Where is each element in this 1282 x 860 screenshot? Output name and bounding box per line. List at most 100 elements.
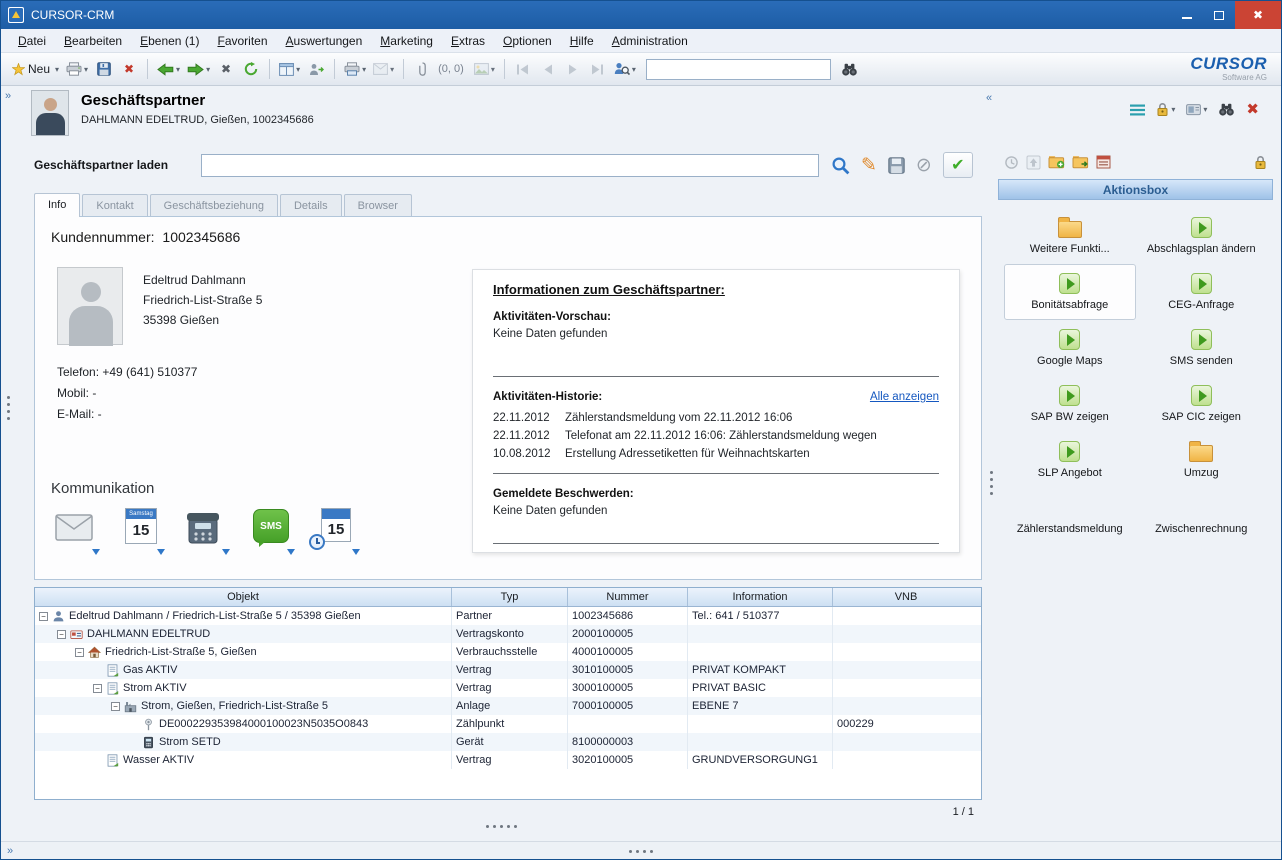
column-header-objekt[interactable]: Objekt [35,588,452,606]
menu-item-administration[interactable]: Administration [603,31,697,51]
appointment-button[interactable]: 15 [315,506,357,548]
nav-prev-button[interactable] [536,57,560,81]
dropdown-icon[interactable]: ▾ [362,65,366,74]
search-button[interactable] [831,156,850,175]
toolbar-search-input[interactable] [646,59,831,80]
vertical-splitter-grip[interactable] [990,471,993,495]
dropdown-icon[interactable]: ▾ [390,65,394,74]
menu-item-datei[interactable]: Datei [9,31,55,51]
cancel-button[interactable]: ✖ [214,57,238,81]
view-options-button[interactable]: ▾ [1186,103,1207,116]
confirm-button[interactable]: ✔ [943,152,973,178]
nav-first-button[interactable] [511,57,535,81]
close-button[interactable]: ✖ [1246,102,1259,117]
collapse-right-panel-icon[interactable]: « [986,92,992,104]
dropdown-icon[interactable] [92,549,100,555]
action-abschlagsplan-ändern[interactable]: Abschlagsplan ändern [1136,208,1268,264]
table-row[interactable]: −DAHLMANN EDELTRUDVertragskonto200010000… [35,625,981,643]
dropdown-icon[interactable]: ▾ [491,65,495,74]
binoculars-button[interactable] [1218,103,1235,116]
dropdown-icon[interactable]: ▾ [1203,105,1207,114]
print-button[interactable]: ▾ [63,57,91,81]
dropdown-icon[interactable]: ▾ [632,65,636,74]
save-button[interactable] [888,157,905,174]
assign-button[interactable] [304,57,328,81]
menu-item-auswertungen[interactable]: Auswertungen [277,31,372,51]
column-header-typ[interactable]: Typ [452,588,568,606]
sms-button[interactable]: SMS [250,506,292,548]
up-button[interactable] [1026,155,1041,170]
action-umzug[interactable]: Umzug [1136,432,1268,488]
loader-input[interactable] [201,154,819,177]
menu-item-favoriten[interactable]: Favoriten [208,31,276,51]
report-button[interactable]: ▾ [341,57,369,81]
column-header-nummer[interactable]: Nummer [568,588,688,606]
person-search-button[interactable]: ▾ [611,57,639,81]
alle-anzeigen-link[interactable]: Alle anzeigen [870,391,939,403]
dropdown-icon[interactable]: ▾ [206,65,210,74]
forward-button[interactable]: ▾ [184,57,213,81]
nav-last-button[interactable] [586,57,610,81]
menu-item-ebenen-1[interactable]: Ebenen (1) [131,31,208,51]
action-sap-bw-zeigen[interactable]: SAP BW zeigen [1004,376,1136,432]
column-header-vnb[interactable]: VNB [833,588,979,606]
phone-button[interactable] [185,506,227,548]
menu-item-marketing[interactable]: Marketing [371,31,442,51]
table-row[interactable]: −Strom, Gießen, Friedrich-List-Straße 5A… [35,697,981,715]
edit-button[interactable]: ✎ [861,156,877,175]
table-row[interactable]: Strom SETDGerät8100000003 [35,733,981,751]
tab-browser[interactable]: Browser [344,194,412,216]
action-sms-senden[interactable]: SMS senden [1136,320,1268,376]
action-bonitätsabfrage[interactable]: Bonitätsabfrage [1004,264,1136,320]
menu-item-bearbeiten[interactable]: Bearbeiten [55,31,131,51]
add-folder-button[interactable] [1048,155,1065,169]
views-button[interactable]: ▾ [276,57,303,81]
tree-expander-icon[interactable]: − [57,630,66,639]
action-sap-cic-zeigen[interactable]: SAP CIC zeigen [1136,376,1268,432]
vertical-splitter[interactable] [986,141,998,839]
tree-expander-icon[interactable]: − [75,648,84,657]
left-splitter-grip[interactable] [7,396,10,420]
action-zwischenrechnung[interactable]: Zwischenrechnung [1136,488,1268,544]
table-row[interactable]: −Strom AKTIVVertrag3000100005PRIVAT BASI… [35,679,981,697]
dropdown-icon[interactable] [157,549,165,555]
attachment-button[interactable] [410,57,434,81]
tab-info[interactable]: Info [34,193,80,217]
save-button[interactable] [92,57,116,81]
image-button[interactable]: ▾ [471,57,498,81]
dropdown-icon[interactable]: ▾ [1171,105,1175,114]
menu-item-hilfe[interactable]: Hilfe [561,31,603,51]
tab-kontakt[interactable]: Kontakt [82,194,147,216]
table-row[interactable]: −Edeltrud Dahlmann / Friedrich-List-Stra… [35,607,981,625]
dropdown-icon[interactable] [352,549,360,555]
dropdown-icon[interactable] [287,549,295,555]
lock-button[interactable] [1254,155,1267,170]
action-ceg-anfrage[interactable]: CEG-Anfrage [1136,264,1268,320]
mail-view-button[interactable]: ▾ [370,57,397,81]
email-button[interactable] [55,506,97,548]
delete-button[interactable]: ✖ [117,57,141,81]
minimize-button[interactable] [1171,1,1203,29]
close-window-button[interactable]: ✖ [1235,1,1281,29]
action-zählerstandsmeldung[interactable]: Zählerstandsmeldung [1004,488,1136,544]
action-slp-angebot[interactable]: SLP Angebot [1004,432,1136,488]
column-header-information[interactable]: Information [688,588,833,606]
action-weitere-funkti[interactable]: Weitere Funkti... [1004,208,1136,264]
table-row[interactable]: −Friedrich-List-Straße 5, GießenVerbrauc… [35,643,981,661]
dropdown-icon[interactable]: ▾ [296,65,300,74]
dropdown-icon[interactable] [222,549,230,555]
lock-button[interactable]: ▾ [1156,102,1175,117]
link-folder-button[interactable] [1072,155,1089,169]
refresh-button[interactable] [239,57,263,81]
binoculars-button[interactable] [838,57,862,81]
dropdown-icon[interactable]: ▾ [176,65,180,74]
action-google-maps[interactable]: Google Maps [1004,320,1136,376]
dropdown-icon[interactable]: ▾ [84,65,88,74]
panel-menu-button[interactable] [1130,104,1145,116]
maximize-button[interactable] [1203,1,1235,29]
tree-expander-icon[interactable]: − [93,684,102,693]
discard-button[interactable]: ⊘ [916,156,932,175]
table-row[interactable]: Gas AKTIVVertrag3010100005PRIVAT KOMPAKT [35,661,981,679]
tab-geschäftsbeziehung[interactable]: Geschäftsbeziehung [150,194,278,216]
expand-left-panel-icon[interactable]: » [5,90,11,102]
